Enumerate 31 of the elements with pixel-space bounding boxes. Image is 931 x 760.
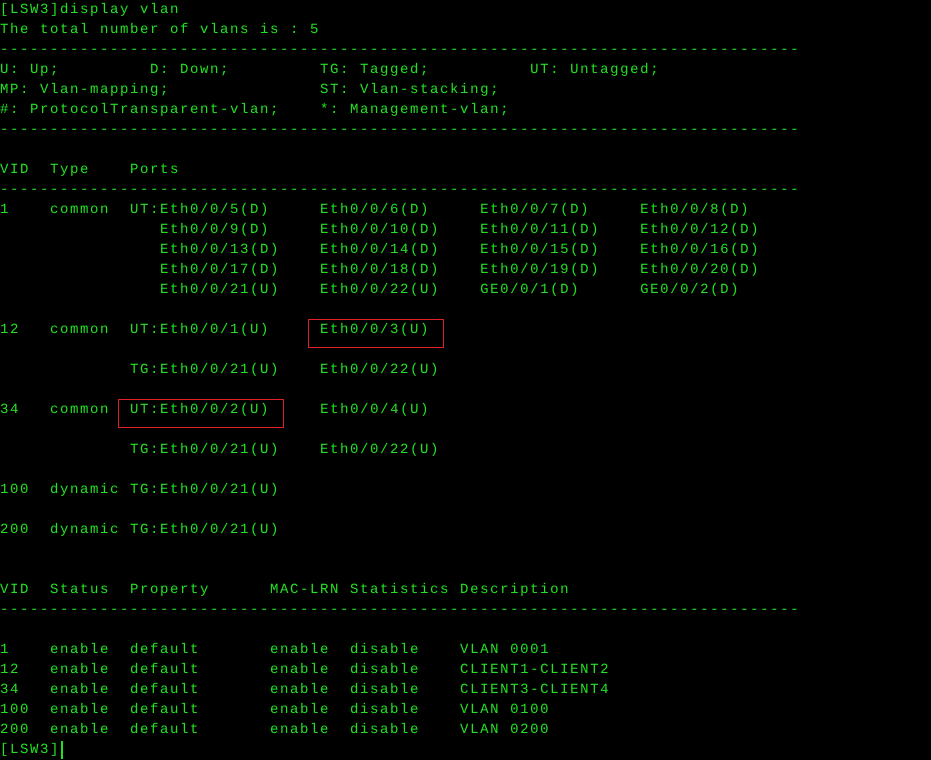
terminal-text: TG:Eth0/0/21(U) Eth0/0/22(U): [129, 441, 440, 460]
terminal-text: 12 enable default enable disable CLIENT1-CLIENT2: [0, 661, 610, 680]
terminal-text: TG:Eth0/0/21(U) Eth0/0/22(U): [129, 361, 440, 380]
terminal-text: 100 enable default enable disable VLAN 0100: [0, 701, 550, 720]
terminal-text: 1 enable default enable disable VLAN 0001: [0, 641, 550, 660]
terminal-text: 34 common: [0, 401, 112, 420]
terminal-text: 34 enable default enable disable CLIENT3-CLIENT4: [0, 681, 610, 700]
terminal-text: 200 dynamic TG:Eth0/0/21(U): [0, 521, 280, 540]
terminal-text: Eth0/0/17(D) Eth0/0/18(D) Eth0/0/19(D) Eth0/0/20(D): [159, 261, 760, 280]
terminal-text: --------------------------------------------------------------------------------: [0, 181, 800, 200]
terminal-text: U: Up; D: Down; TG: Tagged; UT: Untagged;: [0, 61, 660, 80]
terminal-text: VID Status Property MAC-LRN Statistics Description: [0, 581, 570, 600]
terminal-text: --------------------------------------------------------------------------------: [0, 601, 800, 620]
terminal-text: Eth0/0/9(D) Eth0/0/10(D) Eth0/0/11(D) Eth0/0/12(D): [159, 221, 760, 240]
terminal-text: 100 dynamic TG:Eth0/0/21(U): [0, 481, 280, 500]
terminal-text: 200 enable default enable disable VLAN 0200: [0, 721, 550, 740]
terminal-text: #: ProtocolTransparent-vlan; *: Management-vlan;: [0, 101, 510, 120]
terminal-text: Eth0/0/4(U): [319, 401, 430, 420]
terminal-text: [LSW3]: [0, 741, 60, 760]
terminal-text: Eth0/0/13(D) Eth0/0/14(D) Eth0/0/15(D) Eth0/0/16(D): [159, 241, 760, 260]
terminal-text: --------------------------------------------------------------------------------: [0, 121, 800, 140]
terminal-text: [LSW3]display vlan: [0, 1, 180, 20]
terminal-text: The total number of vlans is : 5: [0, 21, 320, 40]
terminal-text: 12 common UT:Eth0/0/1(U): [0, 321, 272, 340]
terminal-text: VID Type Ports: [0, 161, 180, 180]
terminal-text: 1 common UT:Eth0/0/5(D) Eth0/0/6(D) Eth0/0/7(D) Eth0/0/8(D): [0, 201, 750, 220]
terminal-text: UT:Eth0/0/2(U): [130, 402, 270, 418]
terminal-text: Eth0/0/21(U) Eth0/0/22(U) GE0/0/1(D) GE0/0/2(D): [159, 281, 740, 300]
terminal-text: MP: Vlan-mapping; ST: Vlan-stacking;: [0, 81, 500, 100]
terminal-text: Eth0/0/3(U): [320, 322, 430, 338]
terminal-text: --------------------------------------------------------------------------------: [0, 41, 800, 60]
